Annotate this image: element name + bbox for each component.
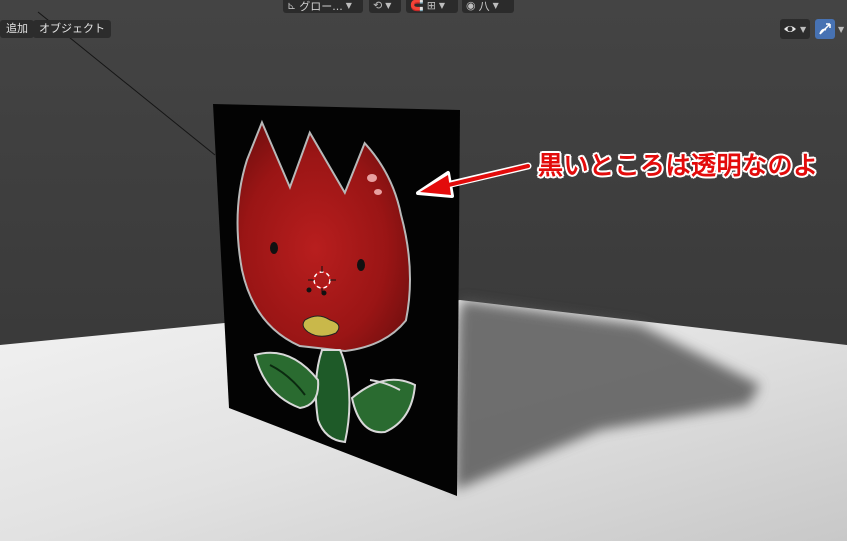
gizmo-dropdown[interactable]: ▼ [815, 19, 847, 39]
transform-orientation-icon: ⊾ [287, 0, 297, 12]
viewport-header: ⊾ グロー... ▼ ⟲ ▼ 🧲 ⊞ ▼ ◉ 八 ▼ [0, 0, 847, 14]
chevron-down-icon: ▼ [385, 1, 392, 10]
chevron-down-icon: ▼ [800, 24, 807, 34]
snap-dropdown[interactable]: 🧲 ⊞ ▼ [406, 0, 458, 13]
add-menu-button[interactable]: 追加 [0, 20, 34, 38]
proportional-edit-dropdown[interactable]: ◉ 八 ▼ [462, 0, 514, 13]
visibility-dropdown[interactable]: ▼ [780, 19, 810, 39]
annotation-text: 黒いところは透明なのよ [538, 151, 819, 180]
transform-orientation-label: グロー... [299, 0, 343, 13]
pivot-point-dropdown[interactable]: ⟲ ▼ [369, 0, 401, 13]
gizmo-icon [815, 19, 835, 39]
visibility-icon [784, 26, 796, 32]
snap-icon: 🧲 [410, 0, 424, 12]
3d-viewport[interactable] [0, 0, 847, 541]
chevron-down-icon: ▼ [492, 1, 499, 10]
proportional-edit-icon: ◉ [466, 0, 476, 12]
transform-orientation-dropdown[interactable]: ⊾ グロー... ▼ [283, 0, 363, 13]
pivot-icon: ⟲ [373, 0, 383, 12]
object-menu-button[interactable]: オブジェクト [33, 20, 111, 38]
chevron-down-icon: ▼ [438, 1, 446, 10]
chevron-down-icon: ▼ [345, 1, 352, 10]
chevron-down-icon: ▼ [838, 24, 845, 34]
proportional-falloff-label: 八 [478, 0, 490, 13]
snap-grid-icon: ⊞ [426, 0, 436, 12]
